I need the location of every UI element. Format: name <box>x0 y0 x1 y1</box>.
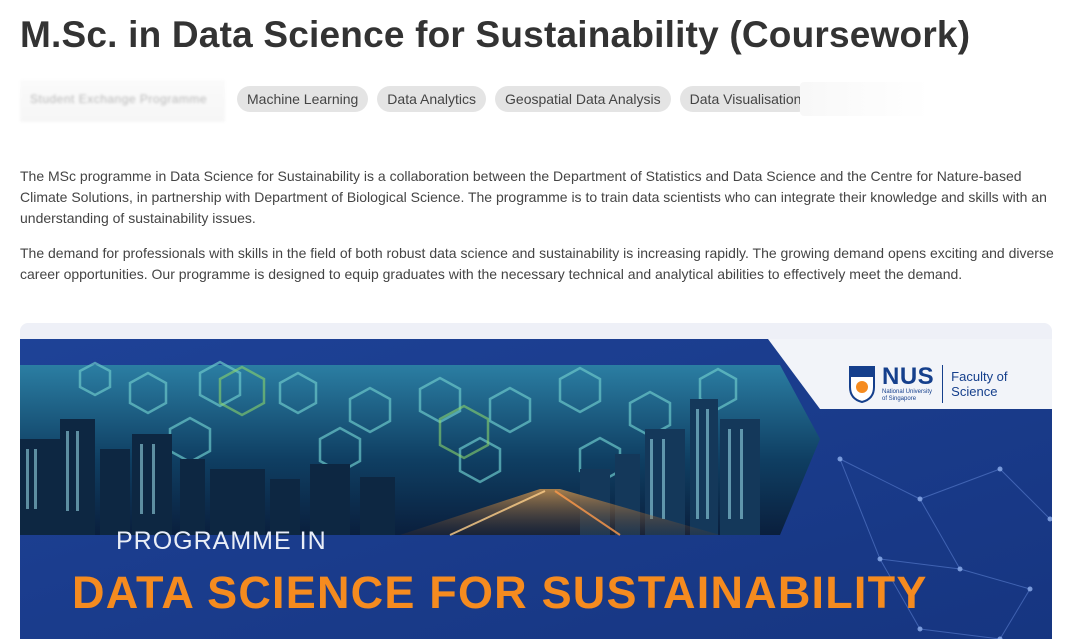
nus-letters: NUS <box>882 363 935 390</box>
programme-banner: NUS National University of Singapore Fac… <box>20 323 1052 639</box>
page-title: M.Sc. in Data Science for Sustainability… <box>20 14 971 55</box>
tag-geospatial-data-analysis[interactable]: Geospatial Data Analysis <box>495 86 671 112</box>
banner-subtitle: PROGRAMME IN <box>116 527 327 555</box>
tag-machine-learning[interactable]: Machine Learning <box>237 86 369 112</box>
tag-list: Machine Learning Data Analytics Geospati… <box>237 86 812 112</box>
nus-crest-icon <box>849 366 875 403</box>
blurred-category-label: Student Exchange Programme <box>20 80 225 122</box>
nus-wordmark: NUS National University of Singapore <box>882 365 934 403</box>
logo-divider <box>942 365 944 403</box>
banner-image: NUS National University of Singapore Fac… <box>20 339 1052 639</box>
tag-data-analytics[interactable]: Data Analytics <box>377 86 487 112</box>
nus-logo: NUS National University of Singapore Fac… <box>848 365 1008 403</box>
tag-row: Student Exchange Programme Machine Learn… <box>20 80 930 122</box>
faculty-line-1: Faculty of <box>951 369 1008 384</box>
description-paragraph-2: The demand for professionals with skills… <box>20 245 1054 282</box>
tag-data-visualisation[interactable]: Data Visualisation <box>679 86 812 112</box>
banner-title: DATA SCIENCE FOR SUSTAINABILITY <box>72 567 928 618</box>
faculty-label: Faculty of Science <box>951 369 1007 399</box>
tag-row-fade <box>800 82 930 116</box>
nus-small-line-2: of Singapore <box>882 396 917 402</box>
faculty-line-2: Science <box>951 384 998 399</box>
nus-small-line-1: National University <box>882 389 933 395</box>
description-paragraph-1: The MSc programme in Data Science for Su… <box>20 168 1047 226</box>
